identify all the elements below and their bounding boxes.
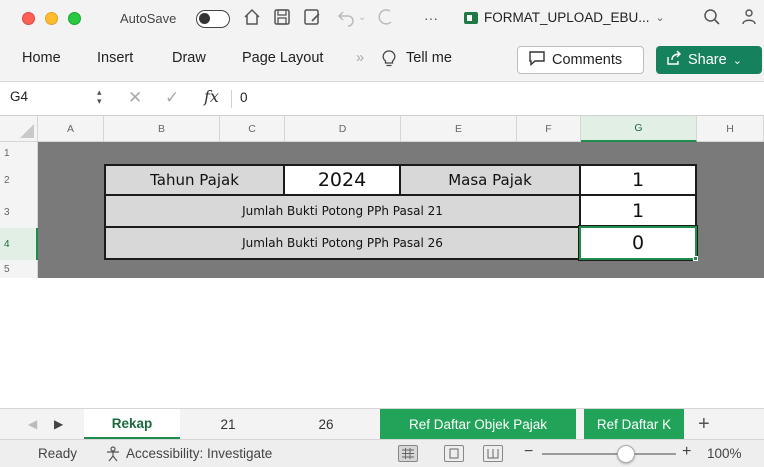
- insert-function-icon[interactable]: fx: [204, 87, 219, 106]
- comments-button[interactable]: Comments: [517, 46, 644, 74]
- lightbulb-icon[interactable]: [382, 50, 396, 72]
- title-bar: AutoSave ⌄ ··· FORMAT_UPLOAD_EBU... ⌄: [0, 0, 764, 38]
- sheet-tab-ref-daftar-objek-pajak[interactable]: Ref Daftar Objek Pajak: [380, 409, 576, 439]
- select-all-corner[interactable]: [0, 116, 38, 142]
- more-tabs-icon[interactable]: »: [356, 50, 364, 66]
- confirm-icon[interactable]: ✓: [165, 88, 179, 108]
- comment-icon: [528, 50, 546, 70]
- file-name: FORMAT_UPLOAD_EBU...: [484, 10, 650, 25]
- row-header-3[interactable]: 3: [0, 196, 38, 228]
- column-header-f[interactable]: F: [517, 116, 581, 142]
- ribbon: Home Insert Draw Page Layout » Tell me C…: [0, 38, 764, 82]
- ready-status: Ready: [38, 446, 78, 461]
- formula-input[interactable]: 0: [240, 90, 248, 105]
- normal-view-icon[interactable]: [398, 445, 418, 462]
- save-as-icon[interactable]: [302, 7, 322, 32]
- tahun-pajak-label[interactable]: Tahun Pajak: [104, 164, 285, 196]
- more-icon[interactable]: ···: [424, 7, 438, 29]
- formula-bar: G4 ▴ ▾ ✕ ✓ fx 0: [0, 82, 764, 116]
- page-layout-view-icon[interactable]: [444, 445, 464, 462]
- jumlah-pasal-21-value[interactable]: 1: [579, 194, 697, 228]
- save-icon[interactable]: [272, 7, 292, 32]
- spreadsheet-grid[interactable]: A B C D E F G H 1 2 3 4 5 Tahun Pajak 20…: [0, 116, 764, 408]
- masa-pajak-label[interactable]: Masa Pajak: [399, 164, 581, 196]
- redo-icon[interactable]: [376, 7, 396, 32]
- zoom-slider[interactable]: [542, 453, 676, 455]
- share-icon: [666, 50, 682, 70]
- tab-insert[interactable]: Insert: [97, 50, 133, 66]
- status-bar: Ready Accessibility: Investigate − + 100…: [0, 439, 764, 467]
- tab-home[interactable]: Home: [22, 50, 61, 66]
- share-button[interactable]: Share ⌄: [656, 46, 762, 74]
- tell-me-search[interactable]: Tell me: [406, 50, 452, 66]
- autosave-label: AutoSave: [120, 11, 177, 26]
- row-header-4[interactable]: 4: [0, 228, 38, 260]
- jumlah-pasal-26-value[interactable]: 0: [578, 225, 698, 261]
- zoom-level[interactable]: 100%: [707, 446, 742, 461]
- formula-divider: [231, 90, 232, 108]
- fill-handle[interactable]: [693, 256, 698, 261]
- sheet-tab-rekap[interactable]: Rekap: [84, 409, 180, 439]
- zoom-in-button[interactable]: +: [682, 443, 691, 461]
- name-box-stepper-icon[interactable]: ▴ ▾: [97, 88, 102, 106]
- zoom-out-button[interactable]: −: [524, 443, 533, 461]
- tahun-pajak-value[interactable]: 2024: [283, 164, 401, 196]
- previous-sheet-icon[interactable]: ◀: [28, 417, 37, 431]
- file-title[interactable]: FORMAT_UPLOAD_EBU... ⌄: [464, 10, 665, 25]
- sheet-tab-bar: ◀ ▶ Rekap 21 26 Ref Daftar Objek Pajak R…: [0, 408, 764, 439]
- chevron-down-icon: ⌄: [732, 54, 742, 67]
- add-sheet-button[interactable]: +: [698, 413, 710, 436]
- column-header-e[interactable]: E: [401, 116, 517, 142]
- next-sheet-icon[interactable]: ▶: [54, 417, 63, 431]
- zoom-slider-handle[interactable]: [616, 445, 635, 463]
- sheet-tab-21[interactable]: 21: [180, 409, 276, 439]
- name-box[interactable]: G4: [10, 89, 110, 109]
- row-header-1[interactable]: 1: [0, 142, 38, 164]
- search-icon[interactable]: [702, 7, 722, 32]
- share-label: Share: [688, 52, 727, 68]
- column-header-c[interactable]: C: [220, 116, 285, 142]
- comments-label: Comments: [552, 52, 623, 68]
- people-icon[interactable]: [738, 7, 758, 32]
- page-break-view-icon[interactable]: [483, 445, 503, 462]
- column-header-d[interactable]: D: [285, 116, 401, 142]
- row-header-5[interactable]: 5: [0, 260, 38, 278]
- minimize-window-button[interactable]: [45, 12, 58, 25]
- accessibility-status[interactable]: Accessibility: Investigate: [126, 446, 272, 461]
- zoom-window-button[interactable]: [68, 12, 81, 25]
- masa-pajak-value[interactable]: 1: [579, 164, 697, 196]
- undo-icon[interactable]: [336, 7, 356, 32]
- jumlah-pasal-26-label[interactable]: Jumlah Bukti Potong PPh Pasal 26: [104, 226, 581, 260]
- column-header-a[interactable]: A: [38, 116, 104, 142]
- sheet-tab-ref-daftar-k[interactable]: Ref Daftar K: [584, 409, 684, 439]
- sheet-tab-26[interactable]: 26: [276, 409, 376, 439]
- column-header-b[interactable]: B: [104, 116, 220, 142]
- column-header-h[interactable]: H: [697, 116, 764, 142]
- tab-page-layout[interactable]: Page Layout: [242, 50, 323, 66]
- excel-file-icon: [464, 11, 478, 24]
- home-icon[interactable]: [242, 7, 262, 32]
- autosave-toggle[interactable]: [196, 10, 230, 28]
- row-header-2[interactable]: 2: [0, 164, 38, 196]
- accessibility-icon[interactable]: [104, 446, 122, 465]
- jumlah-pasal-21-label[interactable]: Jumlah Bukti Potong PPh Pasal 21: [104, 194, 581, 228]
- chevron-down-icon: ⌄: [655, 12, 665, 24]
- undo-dropdown-icon[interactable]: ⌄: [358, 7, 366, 29]
- close-window-button[interactable]: [22, 12, 35, 25]
- cancel-icon[interactable]: ✕: [128, 88, 142, 108]
- column-header-g[interactable]: G: [581, 116, 697, 142]
- tab-draw[interactable]: Draw: [172, 50, 206, 66]
